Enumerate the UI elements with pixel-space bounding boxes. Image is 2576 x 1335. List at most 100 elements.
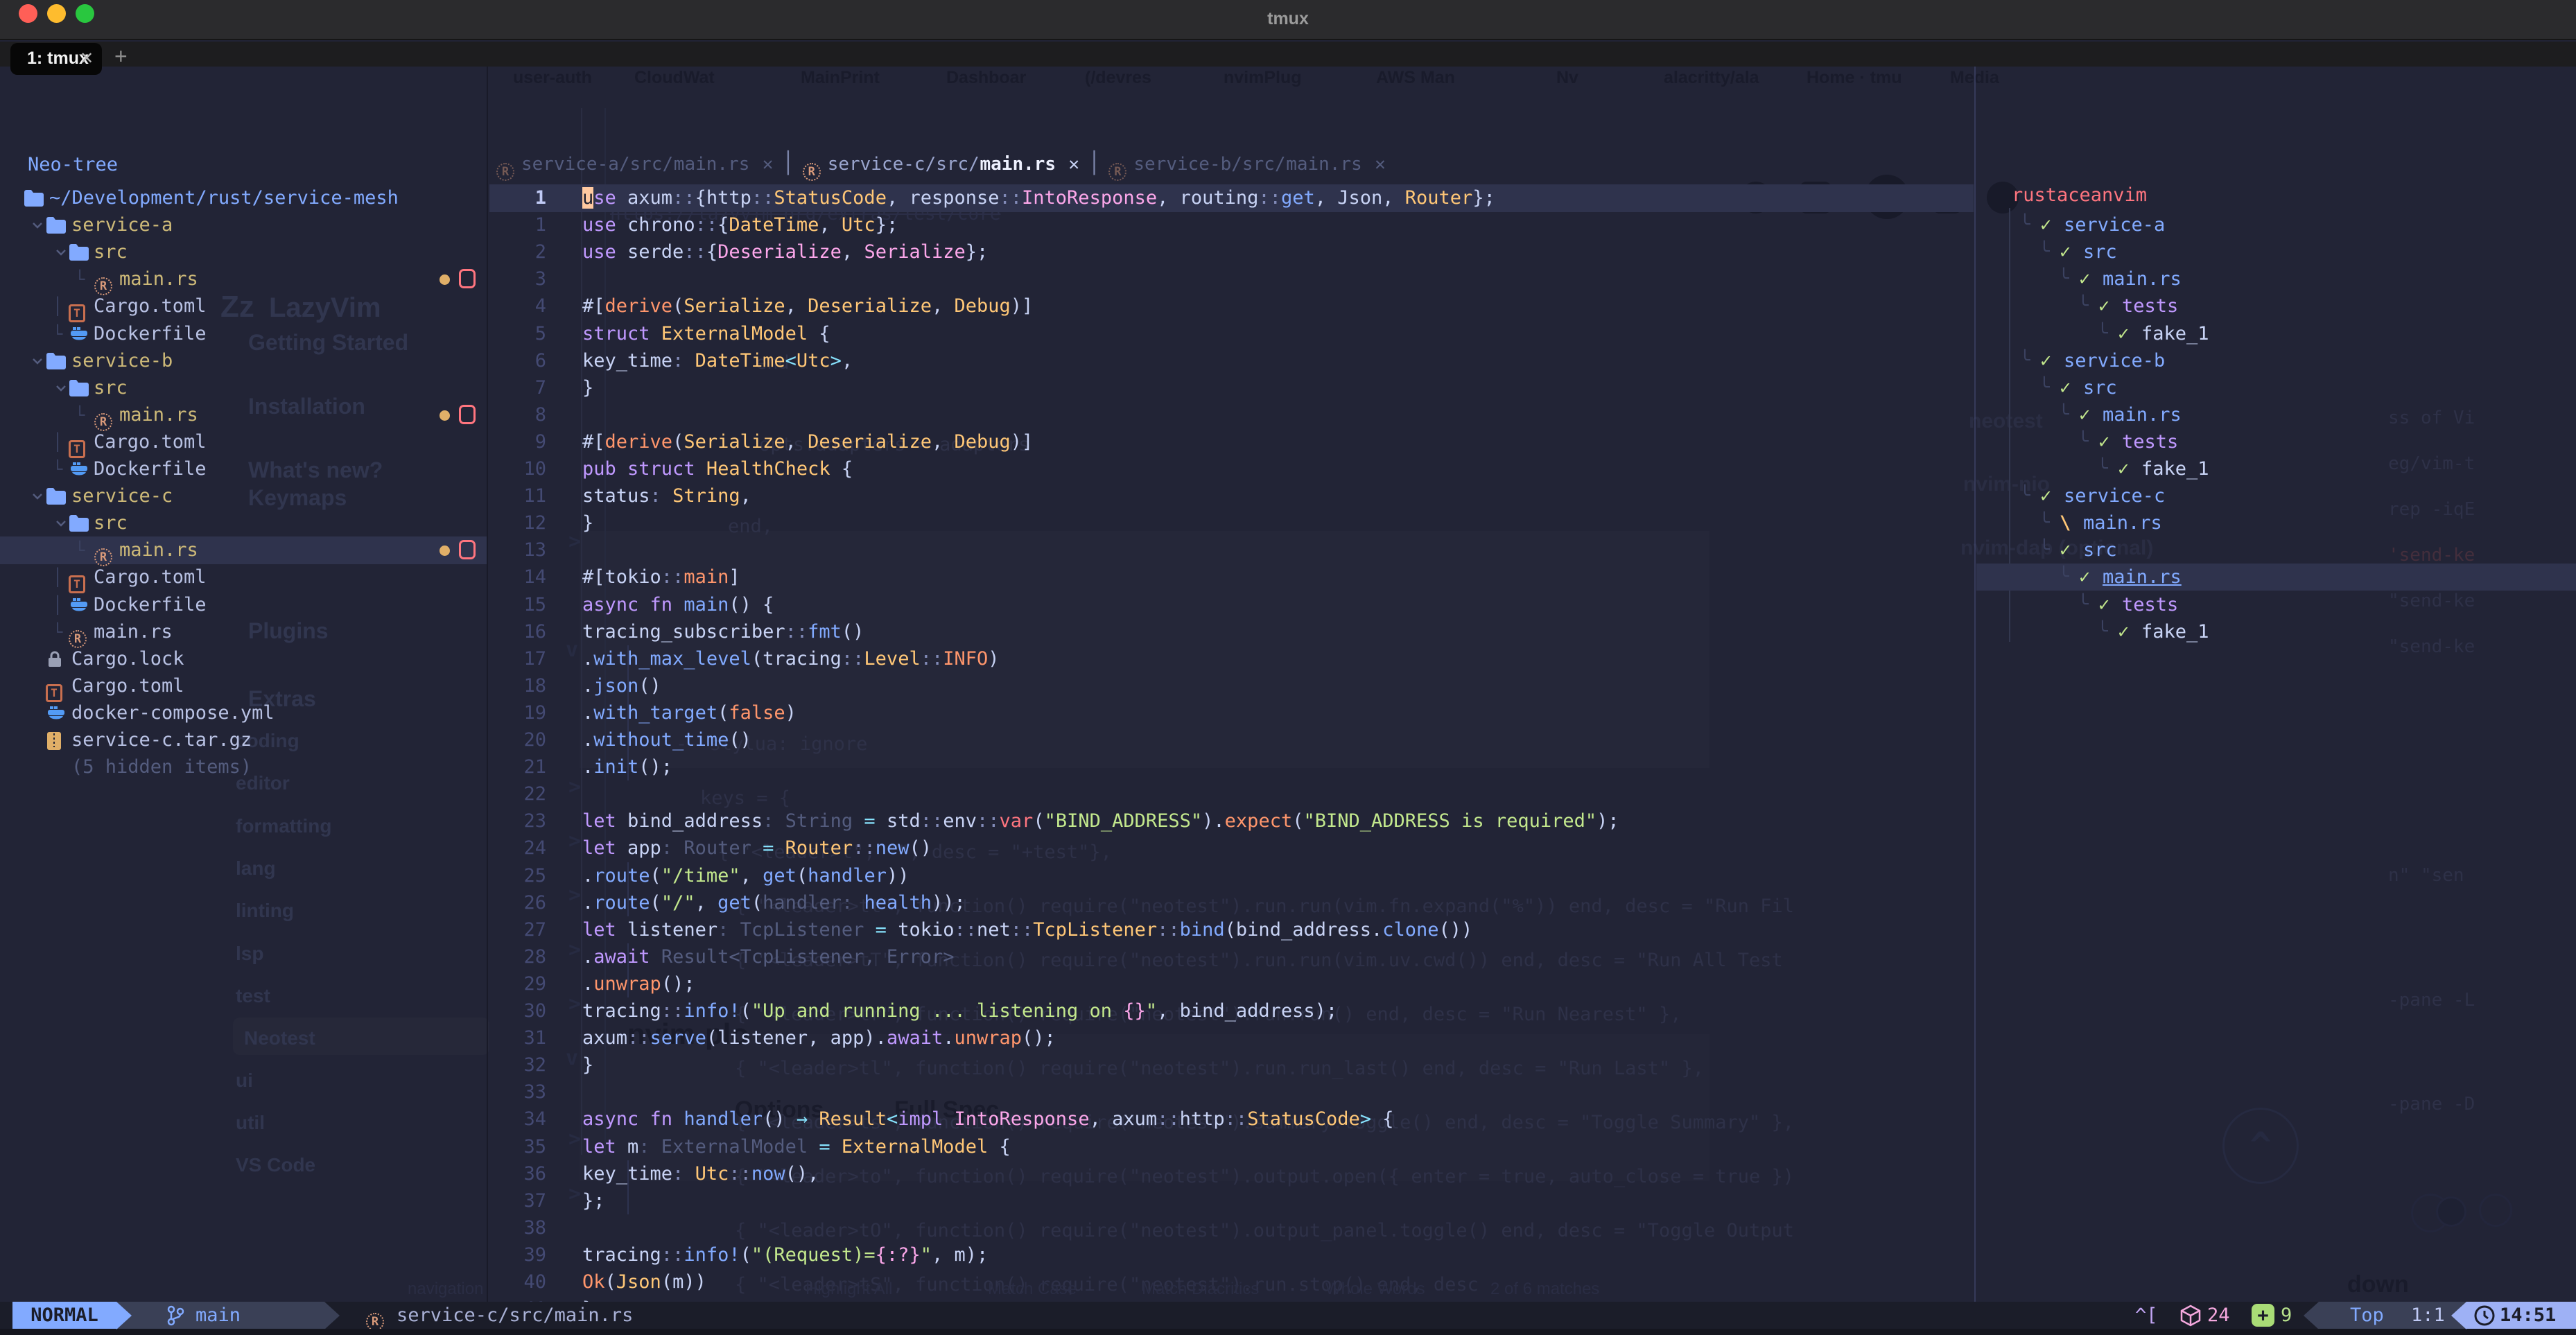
code-line-7[interactable]: 7}: [489, 374, 1974, 402]
testpanel-item-service-a[interactable]: ╰✓service-a: [1976, 211, 2576, 238]
testpanel-item-service-b[interactable]: ╰✓service-b: [1976, 347, 2576, 374]
code-line-40[interactable]: 40 Ok(Json(m)): [489, 1268, 1974, 1296]
code-line-5[interactable]: 5struct ExternalModel {: [489, 320, 1974, 348]
code-line-37[interactable]: 37 };: [489, 1187, 1974, 1215]
testpanel-item-tests[interactable]: ╰✓tests: [1976, 293, 2576, 320]
neotree-item-Dockerfile[interactable]: │Dockerfile: [0, 591, 487, 619]
code-line-12[interactable]: 12}: [489, 509, 1974, 537]
code-token: (: [650, 865, 661, 887]
code-line-29[interactable]: 29 .unwrap();: [489, 970, 1974, 998]
code-line-6[interactable]: 6 key_time: DateTime<Utc>,: [489, 347, 1974, 375]
neotree-item-Dockerfile[interactable]: └Dockerfile: [0, 320, 487, 348]
buffer-tab-close-icon[interactable]: ✕: [1068, 150, 1079, 179]
code-line-13[interactable]: 13: [489, 536, 1974, 564]
code-line-9[interactable]: 9#[derive(Serialize, Deserialize, Debug)…: [489, 428, 1974, 456]
code-line-35[interactable]: 35 let m: ExternalModel = ExternalModel …: [489, 1133, 1974, 1161]
testpanel-item-tests[interactable]: ╰✓tests: [1976, 591, 2576, 618]
code-token: );: [1315, 1000, 1338, 1022]
code-line-34[interactable]: 34async fn handler() → Result<impl IntoR…: [489, 1106, 1974, 1133]
testpanel-item-main.rs[interactable]: ╰✓main.rs: [1976, 265, 2576, 293]
neotree-item-Cargo.toml[interactable]: │TCargo.toml: [0, 428, 487, 456]
neotree-item-Cargo.toml[interactable]: TCargo.toml: [0, 672, 487, 700]
code-line-18[interactable]: 18 .json(): [489, 672, 1974, 700]
neotree-item-main.rs[interactable]: └Rmain.rs: [0, 618, 487, 646]
neotree-item-Cargo.lock[interactable]: Cargo.lock: [0, 645, 487, 673]
code-line-20[interactable]: 20 .without_time(): [489, 726, 1974, 754]
code-token: with_target: [593, 702, 717, 724]
neotree-item-5hiddenitems[interactable]: (5 hidden items): [0, 753, 487, 781]
code-token: ::: [1157, 1108, 1180, 1130]
code-line-36[interactable]: 36 key_time: Utc::now(),: [489, 1160, 1974, 1188]
code-line-22[interactable]: 22: [489, 780, 1974, 808]
neotree-item-src[interactable]: src: [0, 238, 487, 266]
neotree-item-service-c.tar.gz[interactable]: service-c.tar.gz: [0, 726, 487, 754]
code-line-10[interactable]: 10pub struct HealthCheck {: [489, 455, 1974, 483]
buffer-tab-close-icon[interactable]: ✕: [1375, 150, 1386, 179]
code-line-32[interactable]: 32}: [489, 1052, 1974, 1079]
code-line-25[interactable]: 25 .route("/time", get(handler)): [489, 862, 1974, 890]
code-line-19[interactable]: 19 .with_target(false): [489, 699, 1974, 727]
tree-guide: ╰: [2039, 238, 2050, 265]
code-line-4[interactable]: 4#[derive(Serialize, Deserialize, Debug)…: [489, 293, 1974, 320]
neotree-item-main.rs[interactable]: └Rmain.rs: [0, 265, 487, 293]
code-line-1[interactable]: 1use axum::{http::StatusCode, response::…: [489, 184, 1974, 212]
pending-keys: ^[: [2135, 1302, 2158, 1329]
new-tab-button[interactable]: +: [114, 44, 128, 69]
code-line-21[interactable]: 21 .init();: [489, 753, 1974, 781]
neotree-item-main.rs[interactable]: └Rmain.rs: [0, 536, 487, 564]
tmux-tab-close-icon[interactable]: ✕: [80, 49, 94, 69]
code-line-2[interactable]: 2use serde::{Deserialize, Serialize};: [489, 238, 1974, 266]
testpanel-item-main.rs[interactable]: ╰\main.rs: [1976, 509, 2576, 536]
neotree-item-docker-compose.yml[interactable]: docker-compose.yml: [0, 699, 487, 727]
buffer-tab-close-icon[interactable]: ✕: [763, 150, 774, 179]
code-line-27[interactable]: 27 let listener: TcpListener = tokio::ne…: [489, 916, 1974, 944]
neotree-item-Cargo.toml[interactable]: │TCargo.toml: [0, 564, 487, 591]
code-line-15[interactable]: 15async fn main() {: [489, 591, 1974, 619]
code-line-38[interactable]: 38: [489, 1214, 1974, 1242]
testpanel-item-main.rs[interactable]: ╰✓main.rs: [1976, 564, 2576, 591]
code-line-33[interactable]: 33: [489, 1079, 1974, 1106]
code-line-1[interactable]: 1use chrono::{DateTime, Utc};: [489, 211, 1974, 239]
testpanel-item-src[interactable]: ╰✓src: [1976, 238, 2576, 265]
code-line-8[interactable]: 8: [489, 401, 1974, 429]
code-line-24[interactable]: 24 let app: Router = Router::new(): [489, 835, 1974, 862]
code-line-11[interactable]: 11 status: String,: [489, 482, 1974, 510]
code-token: ();: [1022, 1027, 1056, 1049]
testpanel-item-fake_1[interactable]: ╰✓fake_1: [1976, 455, 2576, 482]
neotree-item-Developmentrustservice-mesh[interactable]: ~/Development/rust/service-mesh: [0, 184, 487, 212]
code-line-3[interactable]: 3: [489, 265, 1974, 293]
neotree-item-src[interactable]: src: [0, 509, 487, 537]
indent-guide: [627, 645, 629, 672]
docker-icon: [69, 325, 89, 343]
ghost-docs-nav-item: util: [236, 1112, 265, 1134]
code-line-23[interactable]: 23 let bind_address: String = std::env::…: [489, 808, 1974, 835]
code-line-31[interactable]: 31 axum::serve(listener, app).await.unwr…: [489, 1024, 1974, 1052]
code-line-16[interactable]: 16 tracing_subscriber::fmt(): [489, 618, 1974, 646]
tmux-tab-1[interactable]: 1: tmux ✕: [10, 43, 102, 75]
code-line-17[interactable]: 17 .with_max_level(tracing::Level::INFO): [489, 645, 1974, 673]
neotree-item-main.rs[interactable]: └Rmain.rs: [0, 401, 487, 429]
code-line-30[interactable]: 30 tracing::info!("Up and running ... li…: [489, 997, 1974, 1025]
neotree-item-service-a[interactable]: service-a: [0, 211, 487, 239]
code-line-28[interactable]: 28 .await Result<TcpListener, Error>: [489, 943, 1974, 971]
testpanel-item-fake_1[interactable]: ╰✓fake_1: [1976, 320, 2576, 347]
code-token: IntoResponse: [1022, 187, 1157, 209]
testpanel-item-main.rs[interactable]: ╰✓main.rs: [1976, 401, 2576, 428]
code-token: =: [751, 837, 785, 859]
testpanel-item-tests[interactable]: ╰✓tests: [1976, 428, 2576, 455]
code-line-26[interactable]: 26 .route("/", get(handler: health));: [489, 889, 1974, 917]
neotree-item-service-c[interactable]: service-c: [0, 482, 487, 510]
code-line-39[interactable]: 39 tracing::info!("(Request)={:?}", m);: [489, 1241, 1974, 1269]
neotree-item-Cargo.toml[interactable]: │TCargo.toml: [0, 293, 487, 320]
testpanel-item-fake_1[interactable]: ╰✓fake_1: [1976, 618, 2576, 645]
neotree-item-Dockerfile[interactable]: └Dockerfile: [0, 455, 487, 483]
code-line-14[interactable]: 14#[tokio::main]: [489, 564, 1974, 591]
testpanel-item-src[interactable]: ╰✓src: [1976, 536, 2576, 564]
neotree-item-service-b[interactable]: service-b: [0, 347, 487, 375]
line-number: 8: [489, 401, 546, 429]
neotree-item-src[interactable]: src: [0, 374, 487, 402]
code-token: ::: [627, 1027, 650, 1049]
line-number: 13: [489, 536, 546, 564]
testpanel-item-service-c[interactable]: ╰✓service-c: [1976, 482, 2576, 509]
testpanel-item-src[interactable]: ╰✓src: [1976, 374, 2576, 401]
